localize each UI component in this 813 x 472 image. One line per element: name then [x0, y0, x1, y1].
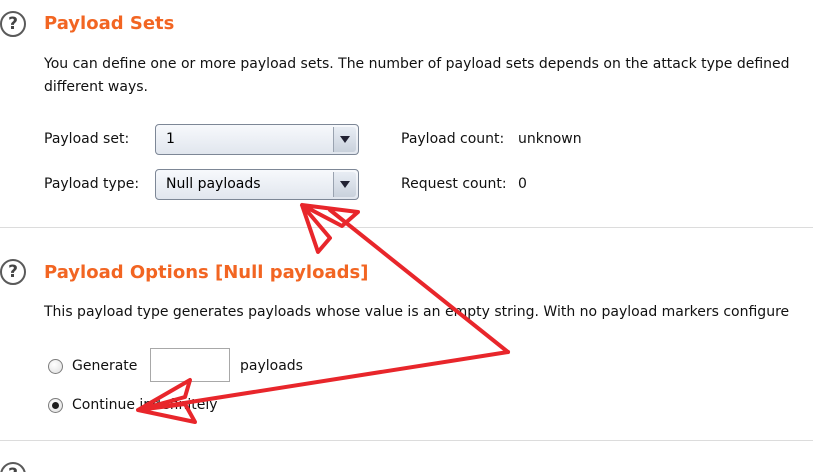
- help-icon[interactable]: ?: [0, 259, 26, 285]
- annotation-arrowhead-payload-type: [300, 203, 360, 254]
- generate-radio[interactable]: [48, 359, 63, 374]
- continue-indefinitely-label[interactable]: Continue indefinitely: [72, 397, 218, 413]
- generate-suffix-label: payloads: [240, 358, 303, 374]
- payload-set-value: 1: [166, 131, 175, 147]
- payload-type-label: Payload type:: [44, 176, 140, 192]
- payload-set-label: Payload set:: [44, 131, 130, 147]
- payload-type-dropdown[interactable]: Null payloads: [155, 169, 359, 200]
- payload-options-description: This payload type generates payloads who…: [44, 304, 790, 320]
- generate-label[interactable]: Generate: [72, 358, 137, 374]
- payload-options-title: Payload Options [Null payloads]: [44, 262, 369, 283]
- chevron-down-icon[interactable]: [333, 127, 356, 152]
- section-divider: [0, 227, 813, 228]
- payload-set-dropdown[interactable]: 1: [155, 124, 359, 155]
- request-count-label: Request count:: [401, 176, 507, 192]
- chevron-down-icon[interactable]: [333, 172, 356, 197]
- payload-count-label: Payload count:: [401, 131, 505, 147]
- request-count-value: 0: [518, 176, 527, 192]
- payload-count-value: unknown: [518, 131, 582, 147]
- generate-count-input[interactable]: [150, 348, 230, 382]
- payload-type-value: Null payloads: [166, 176, 261, 192]
- section-divider: [0, 440, 813, 441]
- help-icon[interactable]: ?: [0, 462, 26, 472]
- payload-sets-description-line2: different ways.: [44, 79, 148, 95]
- payload-sets-description-line1: You can define one or more payload sets.…: [44, 56, 790, 72]
- help-icon[interactable]: ?: [0, 11, 26, 37]
- continue-indefinitely-radio[interactable]: [48, 398, 63, 413]
- payload-sets-title: Payload Sets: [44, 13, 175, 34]
- intruder-payloads-panel: ? Payload Sets You can define one or mor…: [0, 0, 813, 472]
